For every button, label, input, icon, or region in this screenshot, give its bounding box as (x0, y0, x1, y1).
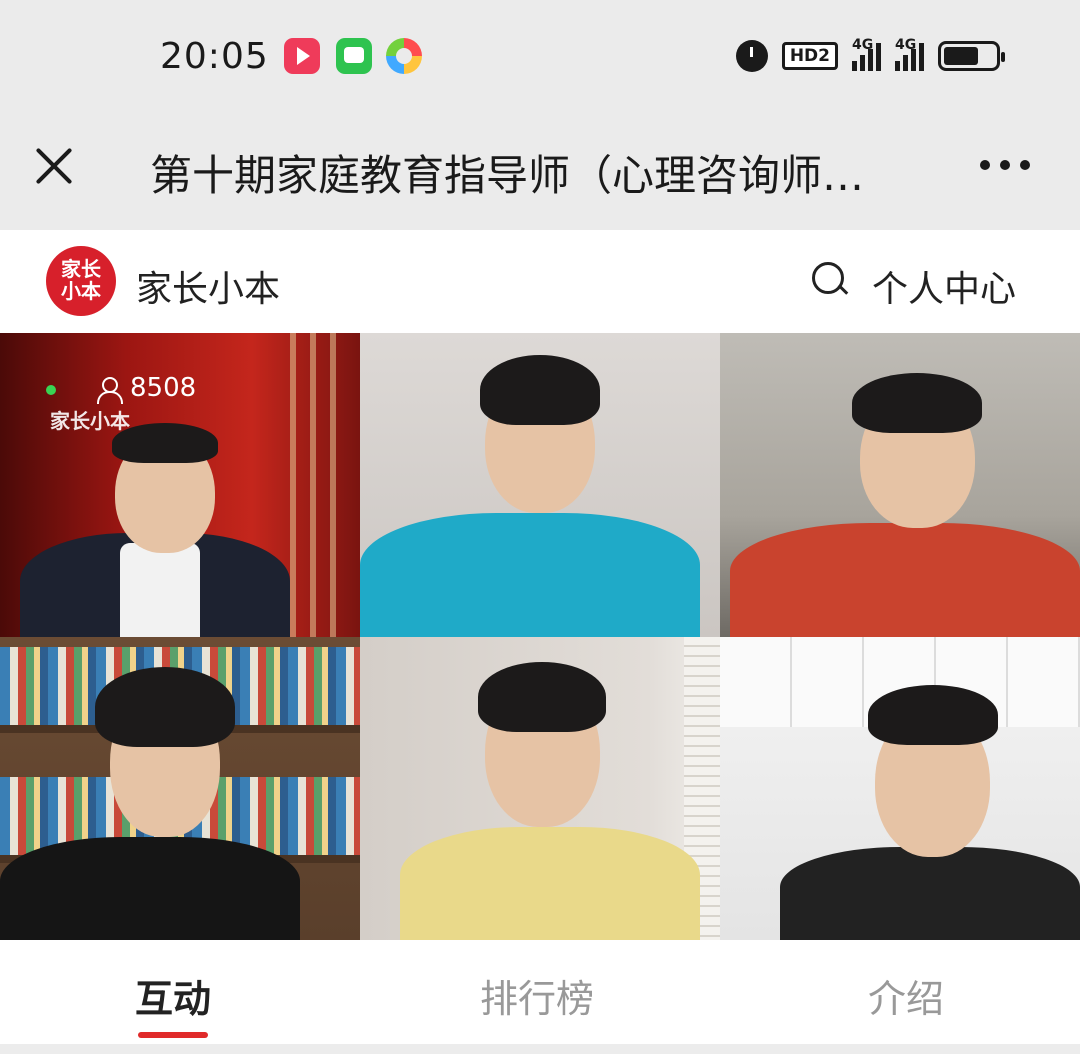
page-title: 第十期家庭教育指导师（心理咨询师… (150, 151, 865, 200)
content-divider (0, 1044, 1080, 1054)
hd-voice-icon: HD2 (781, 42, 838, 70)
brand-name[interactable]: 家长小本 (136, 260, 280, 312)
tab-bar: 互动 排行榜 介绍 (0, 940, 1080, 1044)
browser-app-icon (386, 38, 422, 74)
video-tile-participant-5[interactable] (720, 637, 1080, 940)
video-app-icon (284, 38, 320, 74)
system-indicators: HD2 4G 4G (735, 37, 1005, 74)
signal-icon: 4G (852, 37, 881, 71)
app-header: 家长 小本 家长小本 个人中心 (0, 230, 1080, 333)
tab-introduction[interactable]: 介绍 (868, 968, 944, 1023)
battery-fill (944, 47, 978, 65)
personal-center-link[interactable]: 个人中心 (872, 260, 1016, 312)
network-type-label-2: 4G (895, 37, 917, 53)
status-time: 20:05 (160, 36, 269, 77)
viewers-icon (96, 377, 124, 404)
tab-ranking[interactable]: 排行榜 (480, 968, 594, 1023)
alarm-icon (735, 40, 768, 72)
video-tile-participant-4[interactable] (360, 637, 720, 940)
video-grid: 8508 家长小本 (0, 333, 1080, 940)
video-tile-participant-2[interactable] (720, 333, 1080, 637)
viewer-count: 8508 (130, 373, 197, 403)
video-tile-host[interactable]: 8508 家长小本 (0, 333, 360, 637)
close-icon[interactable] (30, 142, 78, 190)
title-bar: 第十期家庭教育指导师（心理咨询师… (0, 110, 1080, 230)
network-type-label: 4G (852, 37, 874, 53)
battery-icon (938, 41, 1005, 71)
message-app-icon (336, 38, 372, 74)
brand-logo[interactable]: 家长 小本 (46, 246, 116, 316)
active-tab-indicator (138, 1032, 208, 1038)
status-bar: 20:05 HD2 4G 4G (0, 0, 1080, 110)
video-tile-participant-1[interactable] (360, 333, 720, 637)
search-icon[interactable] (812, 262, 848, 298)
live-indicator (46, 385, 56, 395)
video-tile-participant-3[interactable] (0, 637, 360, 940)
tab-interaction[interactable]: 互动 (135, 968, 211, 1023)
stream-watermark: 家长小本 (50, 409, 130, 433)
signal-icon-2: 4G (895, 37, 924, 71)
more-options-icon[interactable] (980, 155, 1030, 175)
